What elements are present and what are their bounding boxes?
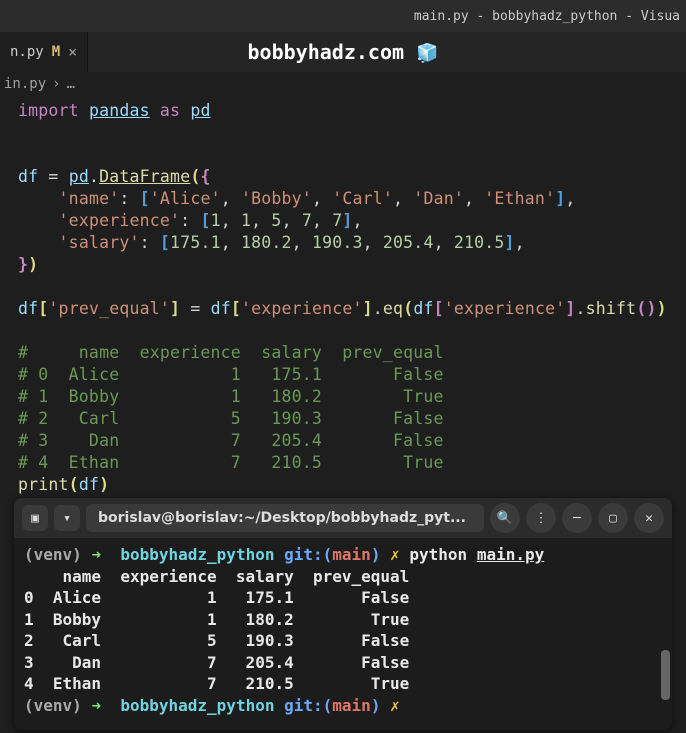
breadcrumb-file: in.py [4,76,46,92]
page-watermark: bobbyhadz.com 🧊 [247,40,438,64]
minimize-button[interactable]: ─ [562,503,592,533]
close-icon[interactable]: × [68,43,77,61]
tab-modified-indicator: M [52,44,60,60]
search-icon[interactable]: 🔍 [490,503,520,533]
breadcrumb[interactable]: in.py › … [0,72,686,96]
terminal-scrollbar-thumb[interactable] [661,650,670,700]
close-button[interactable]: ✕ [634,503,664,533]
menu-icon[interactable]: ⋮ [526,503,556,533]
terminal-new-tab-button[interactable]: ▣ [22,505,48,531]
maximize-button[interactable]: ▢ [598,503,628,533]
tab-main-py[interactable]: n.py M × [0,32,88,72]
window-titlebar: main.py - bobbyhadz_python - Visua [0,0,686,32]
window-title: main.py - bobbyhadz_python - Visua [414,9,680,24]
terminal-body[interactable]: (venv) ➜ bobbyhadz_python git:(main) ✗ p… [14,538,672,730]
terminal-dropdown-button[interactable]: ▾ [54,505,80,531]
breadcrumb-dots: … [67,76,75,92]
editor-area[interactable]: import pandas as pd df = pd.DataFrame({ … [0,96,686,500]
chevron-right-icon: › [52,76,60,92]
terminal-window: ▣ ▾ borislav@borislav:~/Desktop/bobbyhad… [14,498,672,730]
terminal-title: borislav@borislav:~/Desktop/bobbyhadz_py… [86,504,484,532]
tab-filename: n.py [10,44,44,60]
cube-icon: 🧊 [416,43,438,64]
terminal-header: ▣ ▾ borislav@borislav:~/Desktop/bobbyhad… [14,498,672,538]
tab-bar: n.py M × bobbyhadz.com 🧊 [0,32,686,72]
